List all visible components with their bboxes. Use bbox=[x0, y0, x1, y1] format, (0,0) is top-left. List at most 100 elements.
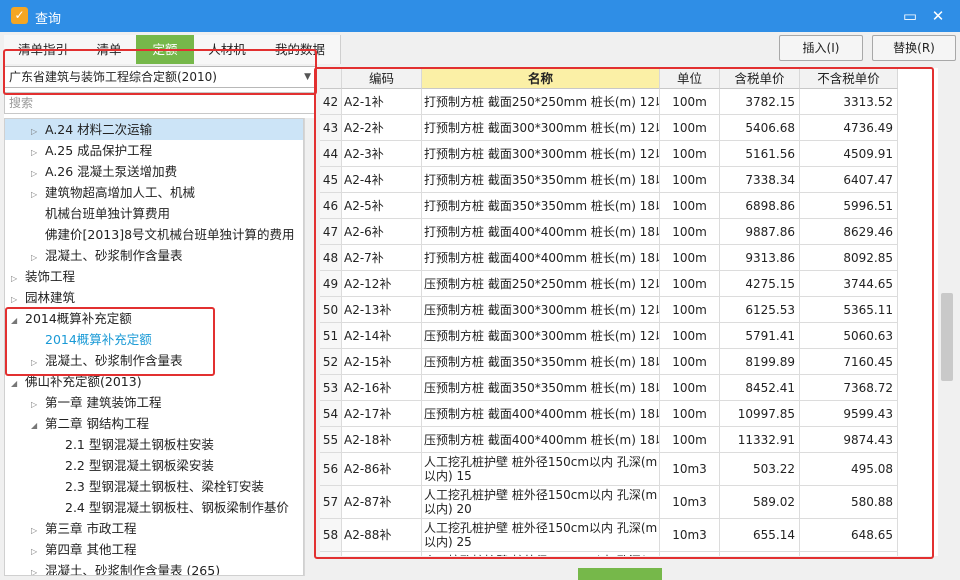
expand-right-icon[interactable]: ▷ bbox=[31, 142, 41, 163]
table-cell-idx[interactable]: 45 bbox=[320, 167, 342, 193]
expand-down-icon[interactable]: ◢ bbox=[11, 373, 21, 394]
tab-my-data[interactable]: 我的数据 bbox=[260, 35, 341, 64]
expand-right-icon[interactable]: ▷ bbox=[31, 121, 41, 142]
maximize-button[interactable]: ▭ bbox=[899, 5, 921, 27]
table-cell-code[interactable]: A2-18补 bbox=[342, 427, 422, 453]
table-cell-idx[interactable]: 42 bbox=[320, 89, 342, 115]
tree-node[interactable]: 2.1 型钢混凝土钢板柱安装 bbox=[5, 434, 303, 455]
table-cell-idx[interactable]: 48 bbox=[320, 245, 342, 271]
table-cell-unit[interactable]: 100m bbox=[660, 89, 720, 115]
tree-node[interactable]: ▷ 第三章 市政工程 bbox=[5, 518, 303, 539]
table-cell-idx[interactable]: 47 bbox=[320, 219, 342, 245]
table-cell-notax[interactable]: 6407.47 bbox=[800, 167, 898, 193]
table-cell-name[interactable]: 打预制方桩 截面300*300mm 桩长(m) 12以外 bbox=[422, 141, 660, 167]
table-cell-code[interactable]: A2-89补 bbox=[342, 552, 422, 556]
table-cell-idx[interactable]: 50 bbox=[320, 297, 342, 323]
library-select[interactable]: 广东省建筑与装饰工程综合定额(2010) ▼ bbox=[4, 66, 316, 88]
table-cell-name[interactable]: 人工挖孔桩护壁 桩外径200cm以内 孔深(m以内) 15 bbox=[422, 552, 660, 556]
tree-node[interactable]: ▷ 混凝土、砂浆制作含量表 (265) bbox=[5, 560, 303, 575]
tree-node[interactable]: ▷ 混凝土、砂浆制作含量表 bbox=[5, 350, 303, 371]
column-header[interactable]: 单位 bbox=[660, 68, 720, 89]
table-cell-tax[interactable]: 6125.53 bbox=[720, 297, 800, 323]
table-cell-idx[interactable]: 59 bbox=[320, 552, 342, 556]
table-cell-unit[interactable]: 10m3 bbox=[660, 519, 720, 552]
table-cell-notax[interactable]: 8092.85 bbox=[800, 245, 898, 271]
table-cell-code[interactable]: A2-5补 bbox=[342, 193, 422, 219]
table-cell-notax[interactable]: 3313.52 bbox=[800, 89, 898, 115]
table-cell-unit[interactable]: 100m bbox=[660, 297, 720, 323]
table-cell-notax[interactable]: 648.65 bbox=[800, 519, 898, 552]
tree-node[interactable]: 机械台班单独计算费用 bbox=[5, 203, 303, 224]
table-cell-notax[interactable]: 7368.72 bbox=[800, 375, 898, 401]
tree-node[interactable]: ▷ 第一章 建筑装饰工程 bbox=[5, 392, 303, 413]
insert-button[interactable]: 插入(I) bbox=[779, 35, 863, 61]
expand-right-icon[interactable]: ▷ bbox=[11, 289, 21, 310]
table-cell-name[interactable]: 压预制方桩 截面350*350mm 桩长(m) 18以内 bbox=[422, 349, 660, 375]
table-cell-idx[interactable]: 44 bbox=[320, 141, 342, 167]
tree-scrollbar[interactable] bbox=[304, 118, 317, 576]
tree-node[interactable]: 2.2 型钢混凝土钢板梁安装 bbox=[5, 455, 303, 476]
table-cell-tax[interactable]: 10997.85 bbox=[720, 401, 800, 427]
expand-right-icon[interactable]: ▷ bbox=[31, 541, 41, 562]
table-cell-name[interactable]: 压预制方桩 截面350*350mm 桩长(m) 18以外 bbox=[422, 375, 660, 401]
table-cell-unit[interactable]: 100m bbox=[660, 427, 720, 453]
table-cell-unit[interactable]: 100m bbox=[660, 167, 720, 193]
table-cell-name[interactable]: 压预制方桩 截面300*300mm 桩长(m) 12以内 bbox=[422, 297, 660, 323]
table-cell-code[interactable]: A2-1补 bbox=[342, 89, 422, 115]
table-cell-idx[interactable]: 43 bbox=[320, 115, 342, 141]
table-cell-name[interactable]: 人工挖孔桩护壁 桩外径150cm以内 孔深(m以内) 25 bbox=[422, 519, 660, 552]
column-header[interactable] bbox=[320, 68, 342, 89]
table-cell-code[interactable]: A2-4补 bbox=[342, 167, 422, 193]
table-cell-tax[interactable]: 5791.41 bbox=[720, 323, 800, 349]
table-cell-idx[interactable]: 52 bbox=[320, 349, 342, 375]
table-cell-name[interactable]: 打预制方桩 截面350*350mm 桩长(m) 18以内 bbox=[422, 167, 660, 193]
table-cell-tax[interactable]: 11332.91 bbox=[720, 427, 800, 453]
table-cell-idx[interactable]: 49 bbox=[320, 271, 342, 297]
close-button[interactable]: ✕ bbox=[927, 5, 949, 27]
tree-node[interactable]: ▷ A.26 混凝土泵送增加费 bbox=[5, 161, 303, 182]
tree-node[interactable]: ◢ 佛山补充定额(2013) bbox=[5, 371, 303, 392]
column-header[interactable]: 编码 bbox=[342, 68, 422, 89]
expand-right-icon[interactable]: ▷ bbox=[31, 562, 41, 575]
search-input[interactable]: 搜索 bbox=[4, 92, 316, 114]
table-cell-unit[interactable]: 100m bbox=[660, 219, 720, 245]
expand-down-icon[interactable]: ◢ bbox=[11, 310, 21, 331]
table-cell-code[interactable]: A2-86补 bbox=[342, 453, 422, 486]
table-cell-tax[interactable]: 8199.89 bbox=[720, 349, 800, 375]
table-cell-idx[interactable]: 58 bbox=[320, 519, 342, 552]
table-cell-name[interactable]: 人工挖孔桩护壁 桩外径150cm以内 孔深(m以内) 15 bbox=[422, 453, 660, 486]
table-cell-code[interactable]: A2-13补 bbox=[342, 297, 422, 323]
table-cell-tax[interactable]: 8452.41 bbox=[720, 375, 800, 401]
table-cell-notax[interactable]: 5365.11 bbox=[800, 297, 898, 323]
table-cell-tax[interactable]: 427.81 bbox=[720, 552, 800, 556]
table-cell-name[interactable]: 人工挖孔桩护壁 桩外径150cm以内 孔深(m以内) 20 bbox=[422, 486, 660, 519]
expand-right-icon[interactable]: ▷ bbox=[31, 520, 41, 541]
table-cell-tax[interactable]: 6898.86 bbox=[720, 193, 800, 219]
table-cell-code[interactable]: A2-7补 bbox=[342, 245, 422, 271]
table-cell-tax[interactable]: 3782.15 bbox=[720, 89, 800, 115]
tree-node[interactable]: 2.3 型钢混凝土钢板柱、梁栓钉安装 bbox=[5, 476, 303, 497]
tree-node[interactable]: 2014概算补充定额 bbox=[5, 329, 303, 350]
tab-list[interactable]: 清单 bbox=[82, 35, 137, 64]
table-cell-code[interactable]: A2-87补 bbox=[342, 486, 422, 519]
table-cell-unit[interactable]: 100m bbox=[660, 349, 720, 375]
table-cell-unit[interactable]: 10m3 bbox=[660, 552, 720, 556]
expand-right-icon[interactable]: ▷ bbox=[31, 352, 41, 373]
tree-node[interactable]: ▷ 园林建筑 bbox=[5, 287, 303, 308]
table-cell-code[interactable]: A2-12补 bbox=[342, 271, 422, 297]
column-header[interactable]: 名称 bbox=[422, 68, 660, 89]
table-cell-notax[interactable]: 9874.43 bbox=[800, 427, 898, 453]
table-cell-tax[interactable]: 589.02 bbox=[720, 486, 800, 519]
table-cell-notax[interactable]: 9599.43 bbox=[800, 401, 898, 427]
table-cell-name[interactable]: 压预制方桩 截面400*400mm 桩长(m) 18以内 bbox=[422, 401, 660, 427]
table-cell-notax[interactable]: 7160.45 bbox=[800, 349, 898, 375]
replace-button[interactable]: 替换(R) bbox=[872, 35, 956, 61]
table-cell-name[interactable]: 打预制方桩 截面400*400mm 桩长(m) 18以外 bbox=[422, 245, 660, 271]
tree-node[interactable]: ▷ 第四章 其他工程 bbox=[5, 539, 303, 560]
table-cell-code[interactable]: A2-16补 bbox=[342, 375, 422, 401]
tree-node[interactable]: ▷ 装饰工程 bbox=[5, 266, 303, 287]
table-cell-name[interactable]: 压预制方桩 截面250*250mm 桩长(m) 12以内 bbox=[422, 271, 660, 297]
tab-materials[interactable]: 人材机 bbox=[194, 35, 261, 64]
table-cell-tax[interactable]: 655.14 bbox=[720, 519, 800, 552]
table-cell-code[interactable]: A2-15补 bbox=[342, 349, 422, 375]
